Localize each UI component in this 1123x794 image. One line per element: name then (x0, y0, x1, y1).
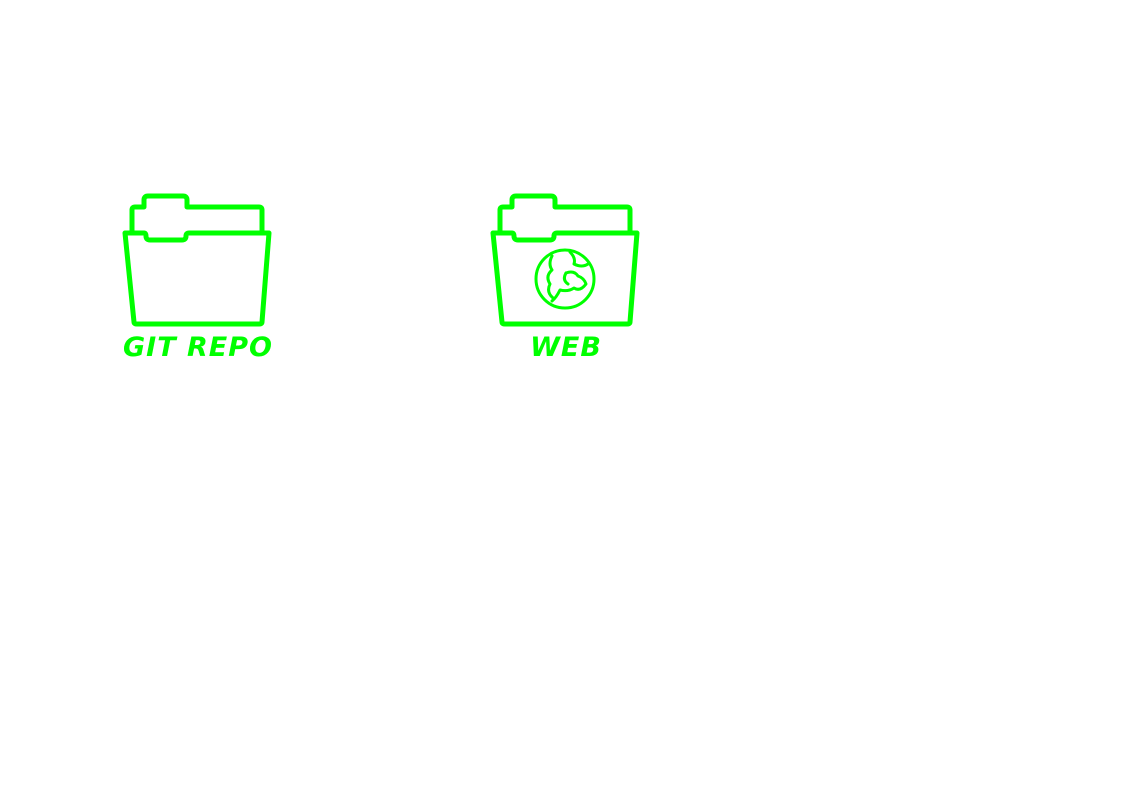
globe-icon (534, 248, 596, 310)
folder-globe-icon (490, 193, 640, 327)
desktop-icon-git-repo[interactable]: Git repo (98, 188, 298, 388)
folder-icon (122, 193, 272, 327)
desktop: Git repo Web (0, 0, 1123, 794)
desktop-icon-label: Git repo (122, 332, 273, 363)
desktop-icon-web[interactable]: Web (466, 188, 666, 388)
desktop-icon-label: Web (530, 332, 602, 363)
